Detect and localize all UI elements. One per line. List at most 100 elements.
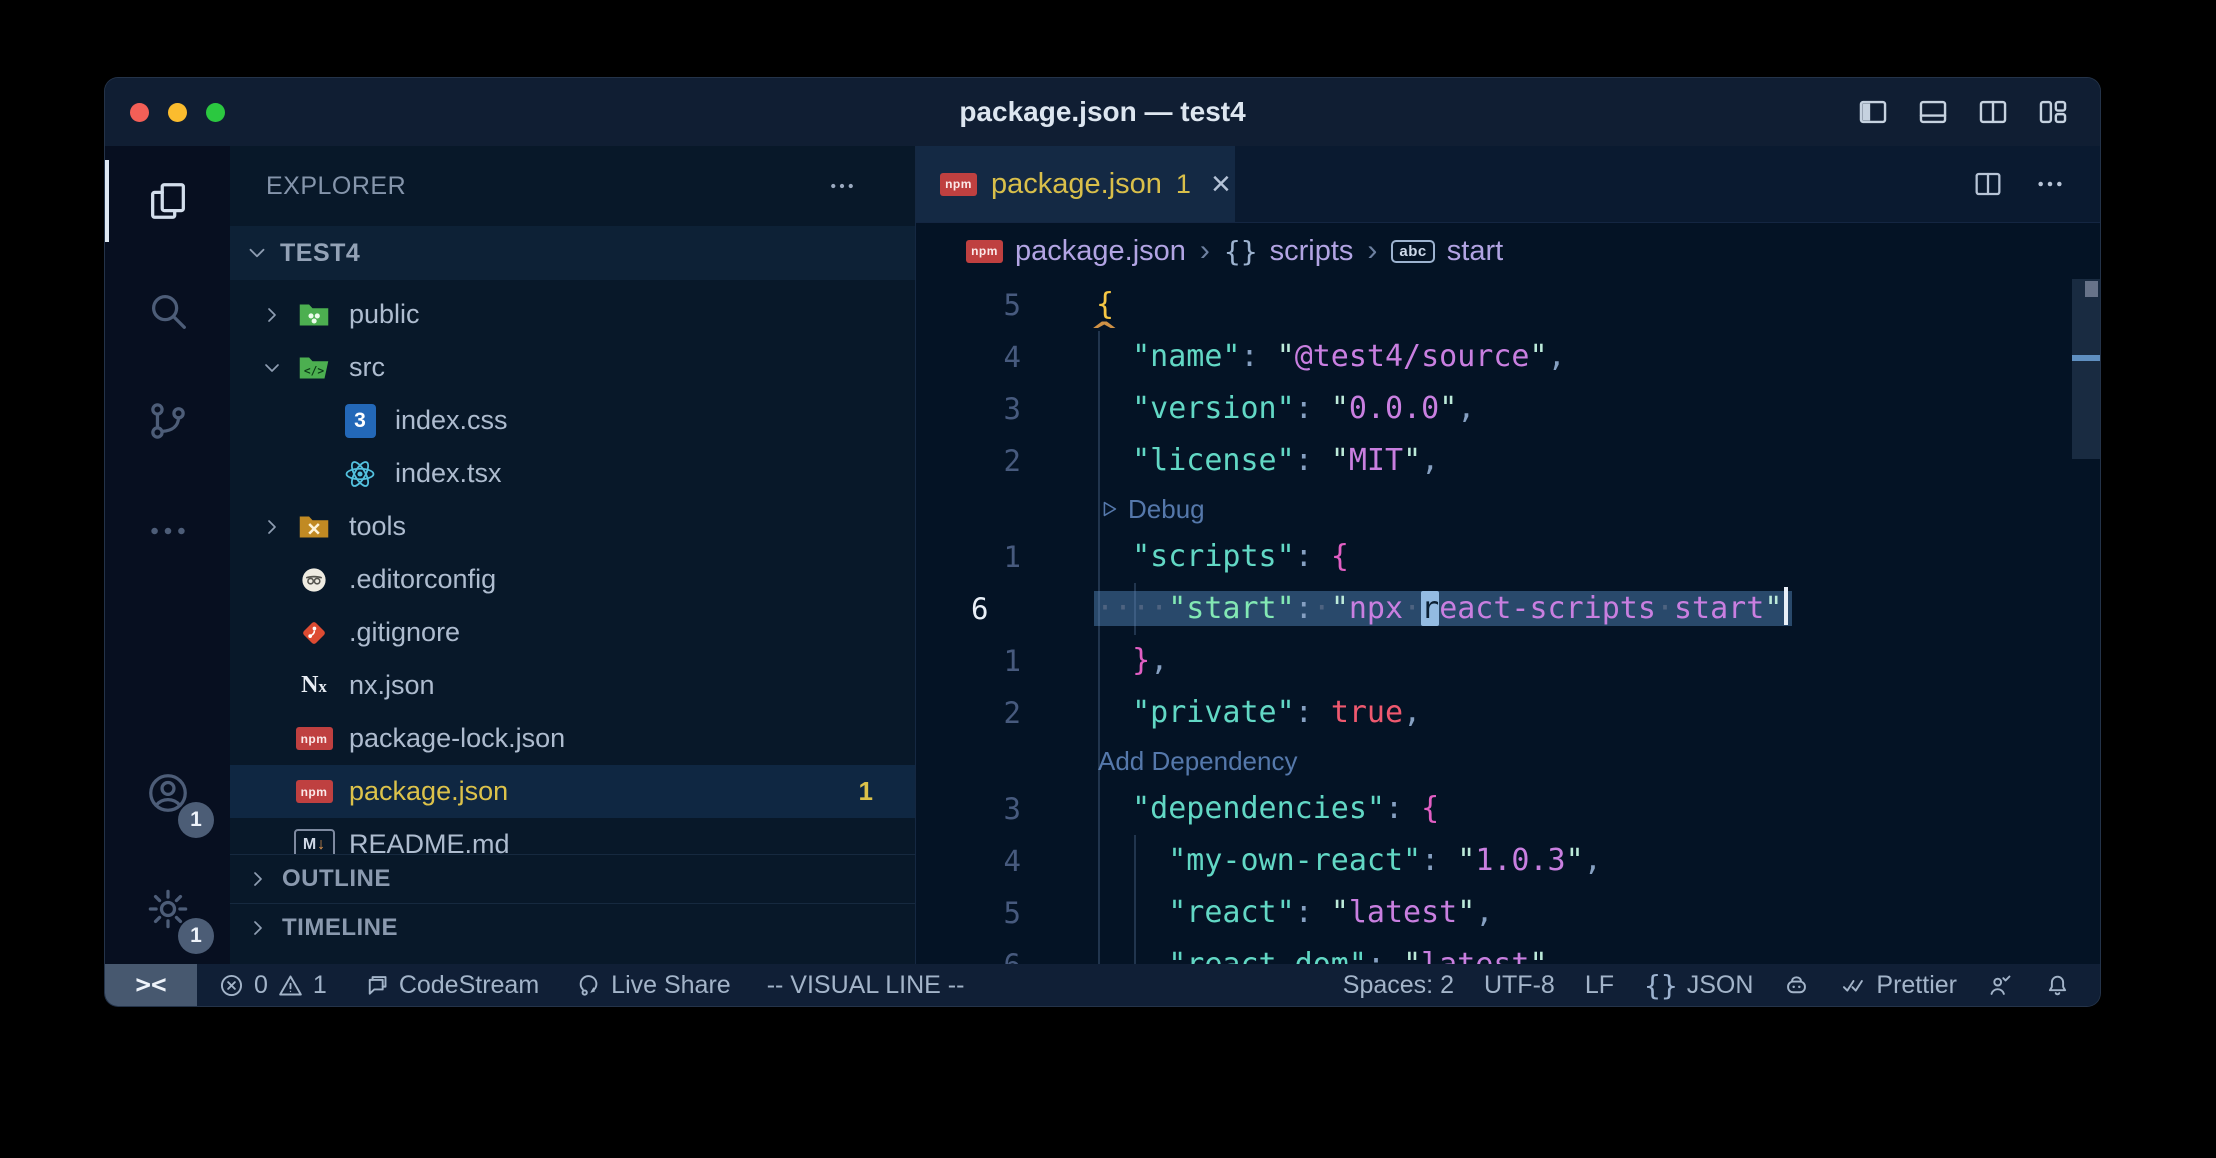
search-icon: [145, 288, 191, 334]
file-row-index-css[interactable]: 3index.css: [230, 394, 915, 447]
split-editor-button[interactable]: [1972, 168, 2004, 200]
close-icon[interactable]: ×: [1211, 167, 1231, 201]
indent-guide: [1098, 835, 1100, 887]
activity-more-views[interactable]: [105, 476, 230, 586]
status-copilot[interactable]: [1768, 964, 1825, 1006]
status-bar: ><01CodeStreamLive Share-- VISUAL LINE -…: [105, 964, 2100, 1006]
codelens-label: Add Dependency: [1098, 739, 1297, 783]
status-language-mode[interactable]: {}JSON: [1629, 964, 1768, 1006]
scrollbar-thumb[interactable]: [2072, 279, 2100, 459]
section-outline[interactable]: OUTLINE: [230, 854, 915, 903]
indent-guide: [1098, 583, 1100, 635]
npm-icon: npm: [296, 727, 333, 750]
status-encoding[interactable]: UTF-8: [1469, 964, 1570, 1006]
token: "license": [1132, 443, 1295, 478]
section-label: TIMELINE: [282, 914, 398, 942]
tab-package-json[interactable]: npm package.json 1 ×: [916, 146, 1235, 222]
code-line[interactable]: 6····"start":·"npx·react-scripts·start": [916, 583, 2100, 635]
status-eol[interactable]: LF: [1570, 964, 1629, 1006]
breadcrumb: npmpackage.json›{}scripts›abcstart: [916, 223, 2100, 279]
sidebar-title: EXPLORER: [266, 172, 406, 201]
file-row-src[interactable]: </>src: [230, 341, 915, 394]
tab-label: package.json: [991, 168, 1162, 201]
code-line[interactable]: 6 "react-dom": "latest",: [916, 939, 2100, 964]
status-live-share[interactable]: Live Share: [560, 964, 746, 1006]
code-line[interactable]: 5{^: [916, 279, 2100, 331]
code-line[interactable]: 1 "scripts": {: [916, 531, 2100, 583]
file-row-public[interactable]: public: [230, 288, 915, 341]
chevron-down-icon: [244, 240, 270, 266]
activity-settings[interactable]: 1: [105, 854, 230, 964]
status-feedback[interactable]: [1972, 964, 2029, 1006]
file-row-nx-json[interactable]: Nxnx.json: [230, 659, 915, 712]
token: [1096, 443, 1132, 478]
token: ": [1439, 391, 1457, 426]
token: 1.0.3: [1475, 843, 1565, 878]
breadcrumb-item-scripts[interactable]: {}scripts: [1224, 235, 1354, 268]
codestream-icon: [363, 972, 390, 999]
activity-accounts[interactable]: 1: [105, 738, 230, 848]
file-row-readme-md[interactable]: M↓README.md: [230, 818, 915, 854]
codelens-add-dependency[interactable]: Add Dependency: [916, 739, 2100, 783]
token: [1096, 695, 1132, 730]
activity-source-control[interactable]: [105, 366, 230, 476]
activity-search[interactable]: [105, 256, 230, 366]
code-line[interactable]: 2 "license": "MIT",: [916, 435, 2100, 487]
token: ": [1331, 591, 1349, 626]
status-codestream[interactable]: CodeStream: [348, 964, 554, 1006]
file-row-package-lock-json[interactable]: npmpackage-lock.json: [230, 712, 915, 765]
code-line[interactable]: 3 "dependencies": {: [916, 783, 2100, 835]
indent-guide: [1134, 835, 1136, 887]
file-row--editorconfig[interactable]: .editorconfig: [230, 553, 915, 606]
layout-customize-icon[interactable]: [2036, 95, 2070, 129]
status-notifications[interactable]: [2029, 964, 2086, 1006]
feedback-icon: [1987, 972, 2014, 999]
status-label: Prettier: [1876, 971, 1957, 1000]
status-vim-mode[interactable]: -- VISUAL LINE --: [752, 964, 980, 1006]
file-row-index-tsx[interactable]: index.tsx: [230, 447, 915, 500]
token: ,: [1584, 843, 1602, 878]
status-remote-indicator[interactable]: ><: [105, 964, 197, 1006]
explorer-more-actions-button[interactable]: [827, 171, 857, 201]
file-row-tools[interactable]: tools: [230, 500, 915, 553]
breadcrumb-item-start[interactable]: abcstart: [1391, 235, 1503, 268]
scrollbar[interactable]: [2072, 279, 2100, 964]
code-line[interactable]: 5 "react": "latest",: [916, 887, 2100, 939]
selection: ····"start":·"npx·react-scripts·start": [1096, 591, 1788, 626]
file-label: tools: [349, 511, 406, 542]
line-number: 2: [916, 435, 1046, 487]
layout-sidebar-icon[interactable]: [1856, 95, 1890, 129]
token: ,: [1548, 339, 1566, 374]
token: [1096, 791, 1132, 826]
window-title: package.json — test4: [105, 96, 2100, 128]
code-line[interactable]: 2 "private": true,: [916, 687, 2100, 739]
code-line[interactable]: 1 },: [916, 635, 2100, 687]
status-indentation[interactable]: Spaces: 2: [1328, 964, 1469, 1006]
token: :: [1385, 791, 1421, 826]
prettier-icon: [1840, 972, 1867, 999]
breadcrumb-item-package-json[interactable]: npmpackage.json: [966, 235, 1186, 268]
token: ,: [1548, 947, 1566, 964]
section-timeline[interactable]: TIMELINE: [230, 903, 915, 952]
project-root-row[interactable]: TEST4: [230, 226, 915, 280]
token: [1096, 947, 1168, 964]
line-number: 1: [916, 635, 1046, 687]
file-label: .editorconfig: [349, 564, 496, 595]
token: ": [1457, 843, 1475, 878]
file-row-package-json[interactable]: npmpackage.json1: [230, 765, 915, 818]
status-problems[interactable]: 01: [203, 964, 342, 1006]
more-actions-button[interactable]: [2034, 168, 2066, 200]
code-line[interactable]: 4 "name": "@test4/source",: [916, 331, 2100, 383]
codelens-debug[interactable]: Debug: [916, 487, 2100, 531]
file-row--gitignore[interactable]: .gitignore: [230, 606, 915, 659]
code-line[interactable]: 3 "version": "0.0.0",: [916, 383, 2100, 435]
code-editor[interactable]: 5{^4 "name": "@test4/source",3 "version"…: [916, 279, 2100, 964]
token: ": [1403, 443, 1421, 478]
layout-panel-icon[interactable]: [1916, 95, 1950, 129]
status-formatter[interactable]: Prettier: [1825, 964, 1972, 1006]
layout-sidebar-right-icon[interactable]: [1976, 95, 2010, 129]
line-number: 3: [916, 383, 1046, 435]
token: ": [1331, 391, 1349, 426]
activity-explorer[interactable]: [105, 146, 230, 256]
code-line[interactable]: 4 "my-own-react": "1.0.3",: [916, 835, 2100, 887]
